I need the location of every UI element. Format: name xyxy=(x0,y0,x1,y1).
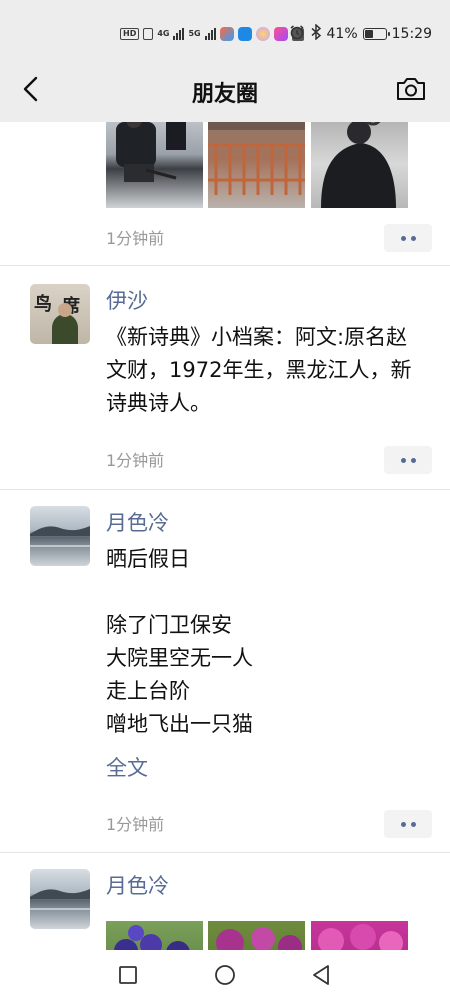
more-actions-button[interactable] xyxy=(384,810,432,838)
clock: 15:29 xyxy=(391,26,432,42)
user-name[interactable]: 月色冷 xyxy=(106,508,169,538)
post-image[interactable] xyxy=(311,122,408,208)
post-text: 《新诗典》小档案：阿文:原名赵文财，1972年生，黑龙江人，新诗典诗人。 xyxy=(106,325,412,415)
signal-icon xyxy=(173,28,185,40)
nav-bar: 朋友圈 xyxy=(0,64,450,122)
status-right-icons: 41% 15:29 xyxy=(289,23,432,44)
circle-icon xyxy=(215,965,235,985)
dot-icon xyxy=(410,457,416,463)
square-icon xyxy=(119,966,137,984)
dot-icon xyxy=(400,235,406,241)
dot-icon xyxy=(410,821,416,827)
post-image[interactable] xyxy=(208,921,305,950)
triangle-back-icon xyxy=(313,965,329,985)
status-left-icons: HD 4G 5G xyxy=(120,24,304,44)
bluetooth-icon xyxy=(310,23,322,44)
user-name[interactable]: 月色冷 xyxy=(106,871,169,901)
recent-apps-button[interactable] xyxy=(115,962,141,988)
dot-icon xyxy=(400,821,406,827)
app-notification-icon xyxy=(219,27,234,41)
page-title: 朋友圈 xyxy=(191,82,258,107)
camera-icon xyxy=(397,78,425,100)
nfc-icon xyxy=(143,28,154,40)
home-button[interactable] xyxy=(212,962,238,988)
post-image[interactable] xyxy=(106,921,203,950)
avatar[interactable] xyxy=(30,506,90,566)
full-text-link[interactable]: 全文 xyxy=(106,753,148,783)
post-time: 1分钟前 xyxy=(106,229,165,248)
app-notification-icon-2 xyxy=(273,27,288,41)
cloud-notification-icon xyxy=(237,27,252,41)
post-time: 1分钟前 xyxy=(106,451,165,470)
dot-icon xyxy=(410,235,416,241)
moment-post: 鸟席 伊沙 《新诗典》小档案：阿文:原名赵文财，1972年生，黑龙江人，新诗典诗… xyxy=(0,266,450,490)
moment-post: 月色冷 xyxy=(0,853,450,950)
svg-text:鸟: 鸟 xyxy=(34,293,52,315)
camera-button[interactable] xyxy=(394,74,428,104)
battery-percent: 41% xyxy=(326,26,358,42)
hd-badge: HD xyxy=(120,28,140,40)
moments-feed[interactable]: 1分钟前 鸟席 伊沙 《新诗典》小档案：阿文:原名赵文财，1972年生，黑龙江人… xyxy=(0,122,450,950)
system-navigation-bar xyxy=(0,950,450,1000)
avatar[interactable] xyxy=(30,869,90,929)
post-text: 晒后假日 除了门卫保安 大院里空无一人 走上台阶 噌地飞出一只猫 xyxy=(106,547,253,736)
back-nav-button[interactable] xyxy=(308,962,334,988)
post-time: 1分钟前 xyxy=(106,815,165,834)
battery-icon xyxy=(362,28,390,40)
dot-icon xyxy=(400,457,406,463)
avatar[interactable]: 鸟席 xyxy=(30,284,90,344)
post-image[interactable] xyxy=(311,921,408,950)
moment-post: 月色冷 晒后假日 除了门卫保安 大院里空无一人 走上台阶 噌地飞出一只猫 全文 … xyxy=(0,490,450,853)
more-actions-button[interactable] xyxy=(384,446,432,474)
status-bar: HD 4G 5G 41% 15:29 xyxy=(0,0,450,64)
post-image[interactable] xyxy=(208,122,305,208)
signal-icon-2 xyxy=(204,28,216,40)
photo-notification-icon xyxy=(255,27,270,41)
network-5g-label: 5G xyxy=(188,29,201,38)
moment-post: 1分钟前 xyxy=(0,122,450,266)
user-name[interactable]: 伊沙 xyxy=(106,286,148,316)
more-actions-button[interactable] xyxy=(384,224,432,252)
network-4g-label: 4G xyxy=(157,29,170,38)
battery-fill xyxy=(364,30,373,38)
post-image[interactable] xyxy=(106,122,203,208)
alarm-icon xyxy=(289,24,305,44)
